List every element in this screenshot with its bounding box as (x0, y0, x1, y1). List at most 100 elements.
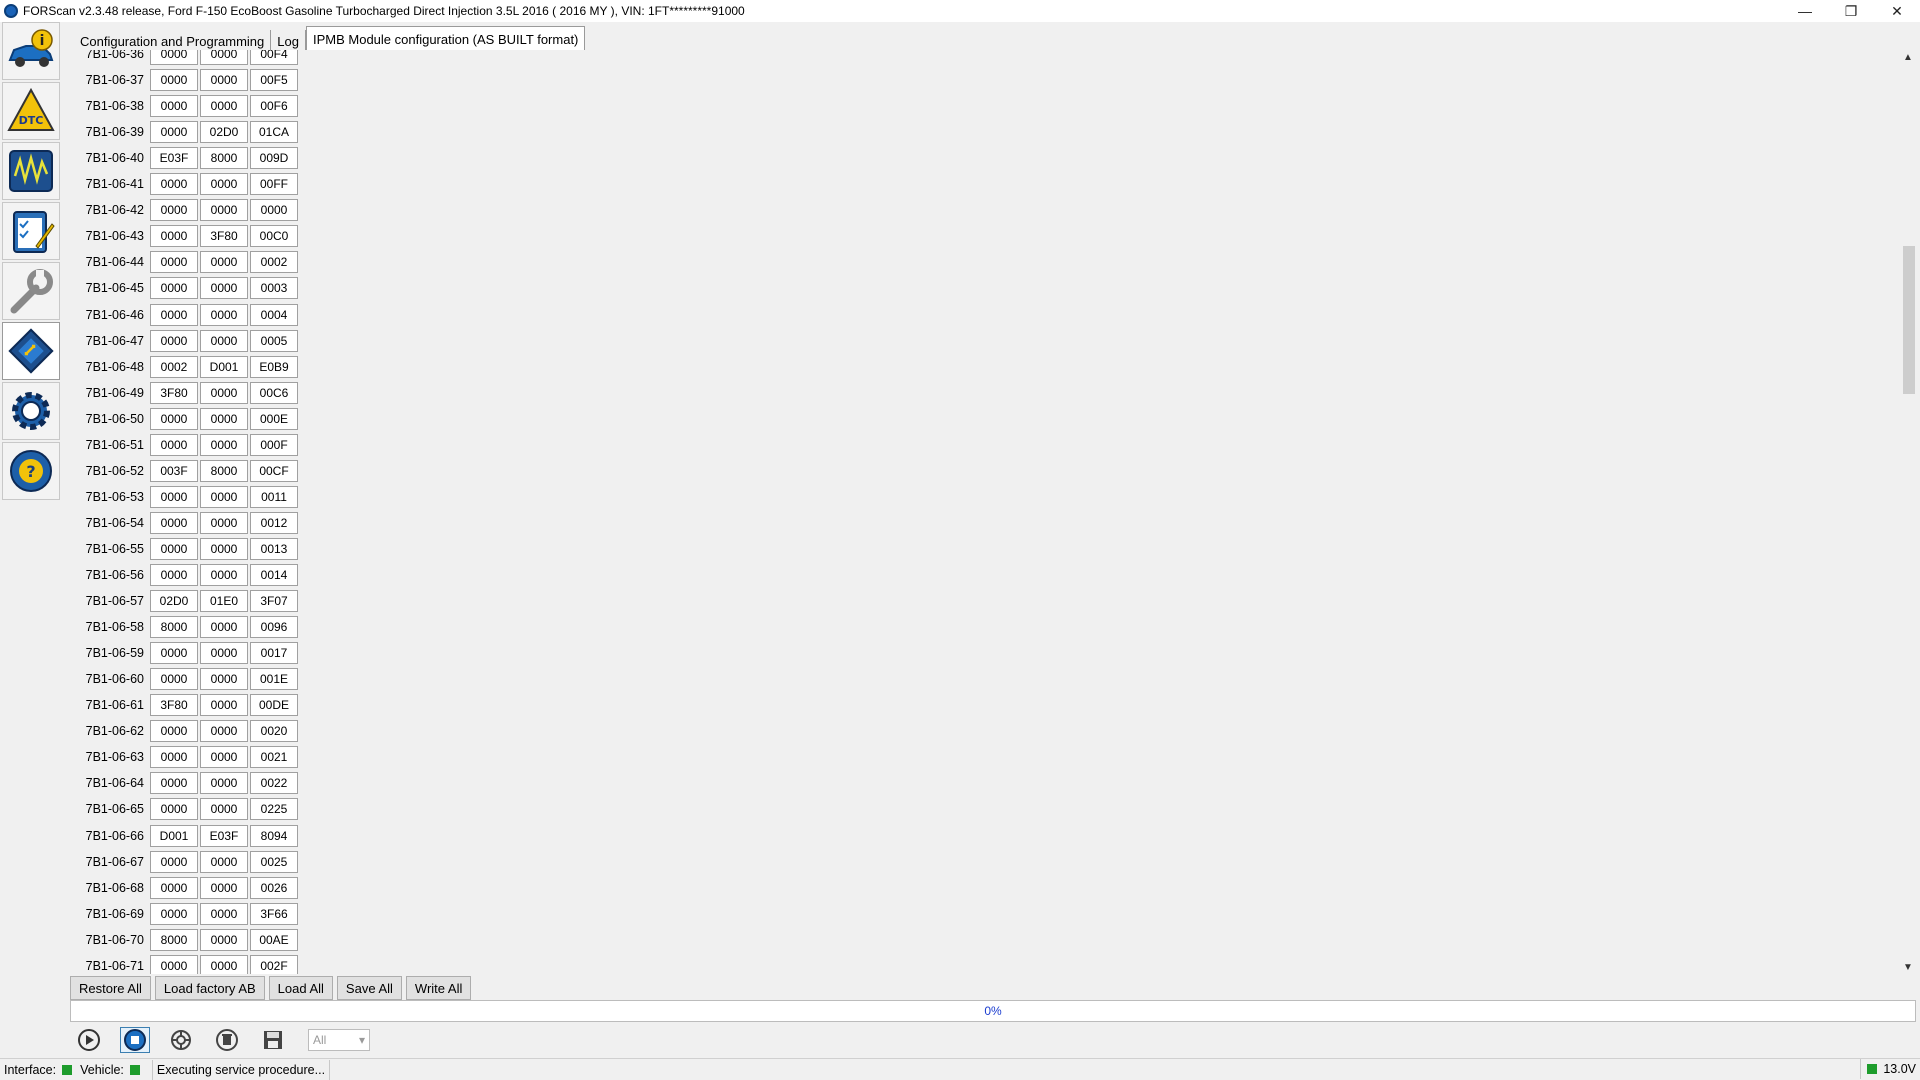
save-all-button[interactable]: Save All (336, 976, 402, 1000)
asbuilt-value-field[interactable]: 0000 (150, 876, 198, 899)
asbuilt-value-field[interactable]: 0000 (200, 668, 248, 691)
asbuilt-value-field[interactable]: 01CA (250, 121, 298, 144)
asbuilt-value-field[interactable]: 3F80 (150, 381, 198, 404)
asbuilt-value-field[interactable]: 0012 (250, 511, 298, 534)
asbuilt-value-field[interactable]: 00DE (250, 694, 298, 717)
asbuilt-value-field[interactable]: 0000 (150, 537, 198, 560)
sidebar-item-vehicle-info[interactable]: i (2, 22, 60, 80)
asbuilt-value-field[interactable]: 0000 (150, 407, 198, 430)
asbuilt-value-field[interactable]: 0000 (200, 720, 248, 743)
connect-button[interactable] (166, 1027, 196, 1053)
asbuilt-value-field[interactable]: 0000 (200, 199, 248, 222)
asbuilt-value-field[interactable]: 009D (250, 147, 298, 170)
asbuilt-value-field[interactable]: 0000 (200, 511, 248, 534)
asbuilt-value-field[interactable]: 0000 (150, 50, 198, 65)
asbuilt-value-field[interactable]: 0000 (200, 69, 248, 92)
asbuilt-value-field[interactable]: 0000 (200, 876, 248, 899)
filter-dropdown[interactable]: All ▾ (308, 1029, 370, 1051)
asbuilt-value-field[interactable]: 3F80 (200, 225, 248, 248)
write-all-button[interactable]: Write All (405, 976, 472, 1000)
asbuilt-value-field[interactable]: D001 (150, 824, 198, 847)
asbuilt-value-field[interactable]: 002F (250, 954, 298, 974)
asbuilt-value-field[interactable]: 0000 (200, 537, 248, 560)
asbuilt-value-field[interactable]: 0000 (150, 720, 198, 743)
asbuilt-value-field[interactable]: 0025 (250, 850, 298, 873)
asbuilt-value-field[interactable]: 0000 (200, 251, 248, 274)
vertical-scrollbar[interactable]: ▲ ▼ (1900, 50, 1916, 974)
asbuilt-value-field[interactable]: 0000 (150, 329, 198, 352)
load-all-button[interactable]: Load All (268, 976, 333, 1000)
asbuilt-value-field[interactable]: D001 (200, 355, 248, 378)
asbuilt-value-field[interactable]: 0000 (200, 798, 248, 821)
asbuilt-value-field[interactable]: 0000 (200, 746, 248, 769)
asbuilt-value-field[interactable]: 0005 (250, 329, 298, 352)
tab-configuration-and-programming[interactable]: Configuration and Programming (74, 30, 272, 52)
asbuilt-value-field[interactable]: 0000 (200, 954, 248, 974)
asbuilt-value-field[interactable]: 0000 (150, 251, 198, 274)
asbuilt-value-field[interactable]: 0000 (150, 433, 198, 456)
asbuilt-value-field[interactable]: 0002 (250, 251, 298, 274)
asbuilt-value-field[interactable]: 8000 (150, 928, 198, 951)
asbuilt-value-field[interactable]: 0000 (150, 954, 198, 974)
asbuilt-value-field[interactable]: 00FF (250, 173, 298, 196)
asbuilt-value-field[interactable]: 0000 (150, 121, 198, 144)
asbuilt-value-field[interactable]: 0000 (200, 902, 248, 925)
asbuilt-value-field[interactable]: 0004 (250, 303, 298, 326)
asbuilt-value-field[interactable]: 0000 (200, 928, 248, 951)
asbuilt-value-field[interactable]: 0000 (150, 173, 198, 196)
sidebar-item-oscilloscope[interactable] (2, 142, 60, 200)
asbuilt-value-field[interactable]: 0003 (250, 277, 298, 300)
scroll-down-icon[interactable]: ▼ (1900, 960, 1916, 974)
tab-ipmb-asbuilt[interactable]: IPMB Module configuration (AS BUILT form… (305, 26, 586, 52)
asbuilt-value-field[interactable]: 0000 (200, 173, 248, 196)
asbuilt-value-field[interactable]: 0000 (150, 642, 198, 665)
asbuilt-value-field[interactable]: 0026 (250, 876, 298, 899)
asbuilt-value-field[interactable]: 0022 (250, 772, 298, 795)
asbuilt-value-field[interactable]: 0002 (150, 355, 198, 378)
asbuilt-value-field[interactable]: 0000 (200, 95, 248, 118)
asbuilt-value-field[interactable]: 0000 (150, 668, 198, 691)
asbuilt-value-field[interactable]: E03F (200, 824, 248, 847)
restore-button[interactable]: ❐ (1828, 0, 1874, 22)
asbuilt-value-field[interactable]: E03F (150, 147, 198, 170)
asbuilt-value-field[interactable]: 02D0 (150, 590, 198, 613)
asbuilt-value-field[interactable]: 0000 (200, 329, 248, 352)
asbuilt-value-field[interactable]: 0000 (150, 485, 198, 508)
asbuilt-value-field[interactable]: 8000 (200, 147, 248, 170)
run-button[interactable] (74, 1027, 104, 1053)
sidebar-item-settings[interactable] (2, 382, 60, 440)
asbuilt-value-field[interactable]: 0011 (250, 485, 298, 508)
sidebar-item-tests[interactable] (2, 202, 60, 260)
asbuilt-value-field[interactable]: 000F (250, 433, 298, 456)
asbuilt-value-field[interactable]: 0000 (200, 381, 248, 404)
sidebar-item-help[interactable]: ? (2, 442, 60, 500)
asbuilt-value-field[interactable]: 0000 (150, 69, 198, 92)
asbuilt-value-field[interactable]: 0000 (150, 199, 198, 222)
asbuilt-value-field[interactable]: 000E (250, 407, 298, 430)
asbuilt-value-field[interactable]: 0000 (200, 564, 248, 586)
stop-button[interactable] (120, 1027, 150, 1053)
asbuilt-value-field[interactable]: 0000 (150, 277, 198, 300)
asbuilt-value-field[interactable]: 02D0 (200, 121, 248, 144)
close-button[interactable]: ✕ (1874, 0, 1920, 22)
tab-log[interactable]: Log (271, 30, 306, 52)
asbuilt-value-field[interactable]: 0096 (250, 616, 298, 639)
asbuilt-value-field[interactable]: 01E0 (200, 590, 248, 613)
asbuilt-value-field[interactable]: 0013 (250, 537, 298, 560)
asbuilt-value-field[interactable]: 0000 (200, 50, 248, 65)
restore-all-button[interactable]: Restore All (70, 976, 151, 1000)
asbuilt-value-field[interactable]: 3F66 (250, 902, 298, 925)
asbuilt-value-field[interactable]: 0000 (150, 746, 198, 769)
asbuilt-value-field[interactable]: 0000 (150, 511, 198, 534)
asbuilt-value-field[interactable]: 0000 (150, 225, 198, 248)
asbuilt-value-field[interactable]: 003F (150, 459, 198, 482)
asbuilt-value-field[interactable]: 0000 (200, 772, 248, 795)
asbuilt-value-field[interactable]: 0000 (150, 303, 198, 326)
asbuilt-value-field[interactable]: 0000 (200, 303, 248, 326)
asbuilt-value-field[interactable]: 0000 (200, 642, 248, 665)
asbuilt-value-field[interactable]: 0014 (250, 564, 298, 586)
asbuilt-value-field[interactable]: 0000 (150, 902, 198, 925)
load-factory-ab-button[interactable]: Load factory AB (154, 976, 265, 1000)
asbuilt-value-field[interactable]: 0000 (150, 95, 198, 118)
asbuilt-value-field[interactable]: 0000 (200, 407, 248, 430)
